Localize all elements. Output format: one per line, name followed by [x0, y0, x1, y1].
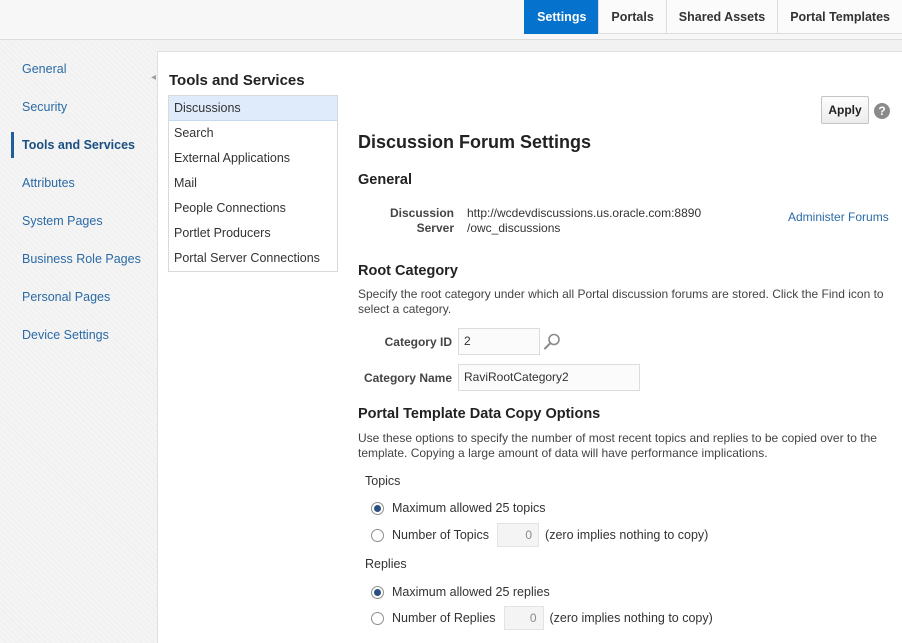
- apply-button[interactable]: Apply: [821, 96, 869, 124]
- service-item-external-applications[interactable]: External Applications: [169, 146, 337, 171]
- discussion-server-label: Discussion Server: [358, 206, 454, 236]
- form-title: Discussion Forum Settings: [358, 132, 592, 152]
- sidebar-item-personal-pages[interactable]: Personal Pages: [0, 283, 157, 311]
- sidebar-item-security[interactable]: Security: [0, 93, 157, 121]
- topics-number-option[interactable]: Number of Topics 0 (zero implies nothing…: [371, 523, 709, 547]
- top-bar: Settings Portals Shared Assets Portal Te…: [0, 0, 902, 40]
- discussion-server-label-line2: Server: [416, 221, 454, 235]
- replies-number-text: Number of Replies: [392, 611, 496, 625]
- sidebar-item-business-role-pages[interactable]: Business Role Pages: [0, 245, 157, 273]
- sidebar-item-device-settings[interactable]: Device Settings: [0, 321, 157, 349]
- page-title: Tools and Services: [169, 72, 305, 89]
- copy-options-heading: Portal Template Data Copy Options: [358, 406, 601, 422]
- topics-max-radio[interactable]: [371, 501, 384, 515]
- service-item-portlet-producers[interactable]: Portlet Producers: [169, 221, 337, 246]
- sidebar-item-attributes[interactable]: Attributes: [0, 169, 157, 197]
- search-icon[interactable]: [542, 332, 562, 352]
- services-list: Discussions Search External Applications…: [168, 95, 338, 272]
- copy-options-description: Use these options to specify the number …: [358, 431, 877, 460]
- replies-max-option[interactable]: Maximum allowed 25 replies: [371, 582, 550, 602]
- sidebar-item-system-pages[interactable]: System Pages: [0, 207, 157, 235]
- topics-max-text: Maximum allowed 25 topics: [392, 501, 546, 515]
- sidebar-item-tools-and-services[interactable]: Tools and Services: [0, 131, 157, 159]
- topics-number-field[interactable]: 0: [497, 523, 540, 547]
- replies-max-text: Maximum allowed 25 replies: [392, 585, 550, 599]
- server-url-line2: /owc_discussions: [467, 221, 561, 235]
- discussion-server-label-line1: Discussion: [389, 206, 454, 220]
- topics-hint: (zero implies nothing to copy): [545, 528, 709, 542]
- topics-max-option[interactable]: Maximum allowed 25 topics: [371, 498, 546, 518]
- replies-number-option[interactable]: Number of Replies 0 (zero implies nothin…: [371, 606, 713, 630]
- replies-hint: (zero implies nothing to copy): [549, 611, 713, 625]
- replies-number-field[interactable]: 0: [503, 606, 544, 630]
- service-item-people-connections[interactable]: People Connections: [169, 196, 337, 221]
- sidebar-item-general[interactable]: General: [0, 55, 157, 83]
- category-name-label: Category Name: [363, 371, 452, 385]
- service-item-mail[interactable]: Mail: [169, 171, 337, 196]
- tab-portal-templates[interactable]: Portal Templates: [777, 0, 902, 34]
- service-item-search[interactable]: Search: [169, 121, 337, 146]
- topics-label: Topics: [365, 474, 401, 488]
- tab-shared-assets[interactable]: Shared Assets: [665, 0, 778, 34]
- main-panel: Tools and Services Discussions Search Ex…: [157, 51, 902, 643]
- service-item-discussions[interactable]: Discussions: [169, 96, 337, 121]
- replies-max-radio[interactable]: [371, 585, 384, 599]
- administer-forums-link[interactable]: Administer Forums: [788, 210, 889, 224]
- server-url-line1: http://wcdevdiscussions.us.oracle.com:88…: [467, 206, 702, 220]
- root-category-heading: Root Category: [358, 263, 458, 279]
- help-icon[interactable]: ?: [874, 103, 890, 119]
- topics-number-text: Number of Topics: [392, 528, 490, 542]
- tab-settings[interactable]: Settings: [524, 0, 599, 34]
- tab-portals[interactable]: Portals: [598, 0, 666, 34]
- service-item-portal-server-connections[interactable]: Portal Server Connections: [169, 246, 337, 271]
- sidebar: General Security Tools and Services Attr…: [0, 41, 157, 643]
- general-heading: General: [358, 172, 412, 188]
- discussion-server-url: http://wcdevdiscussions.us.oracle.com:88…: [467, 206, 701, 236]
- category-name-field[interactable]: RaviRootCategory2: [458, 364, 640, 391]
- main-tabs: Settings Portals Shared Assets Portal Te…: [524, 0, 902, 34]
- replies-number-radio[interactable]: [371, 611, 384, 625]
- category-id-field[interactable]: 2: [458, 328, 540, 355]
- topics-number-radio[interactable]: [371, 528, 384, 542]
- replies-label: Replies: [365, 557, 407, 571]
- root-category-description: Specify the root category under which al…: [358, 287, 884, 316]
- category-id-label: Category ID: [384, 335, 452, 349]
